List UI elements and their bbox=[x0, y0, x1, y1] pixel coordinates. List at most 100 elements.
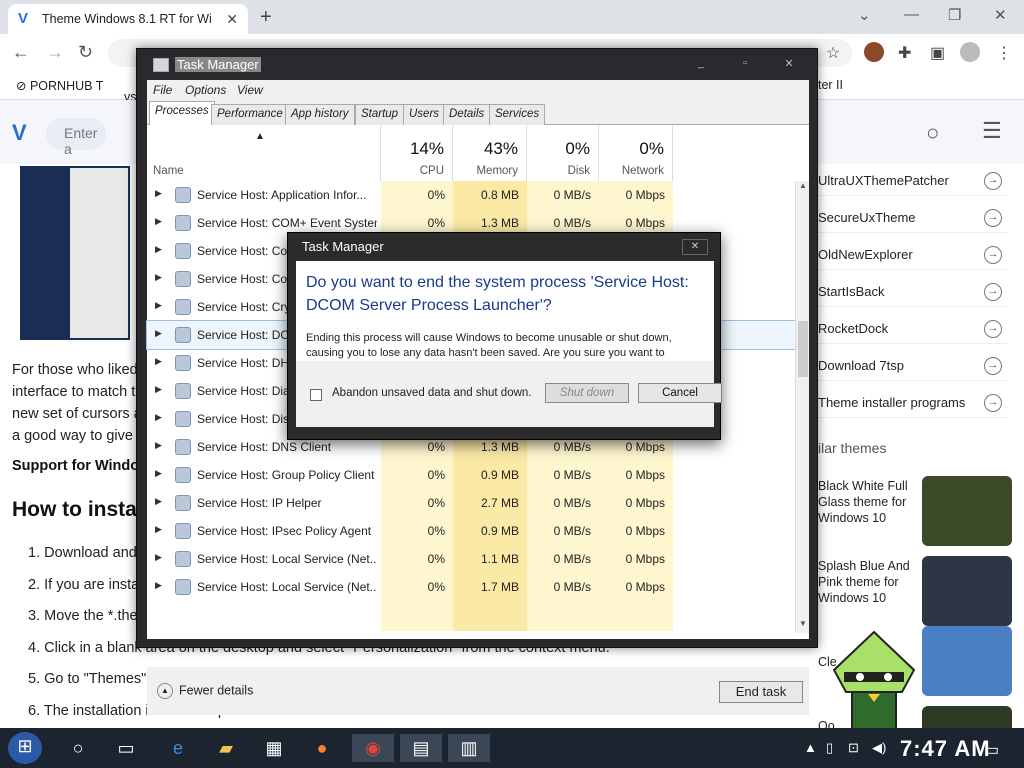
volume-icon[interactable]: ◀) bbox=[872, 740, 886, 756]
process-row[interactable]: ▶ Service Host: Group Policy Client 0% 0.9 … bbox=[147, 461, 797, 489]
abandon-data-checkbox[interactable] bbox=[310, 389, 322, 401]
kebab-menu-icon[interactable]: ⋮ bbox=[996, 43, 1012, 63]
tab-services[interactable]: Services bbox=[489, 104, 546, 125]
close-tab-icon[interactable]: ✕ bbox=[226, 11, 238, 28]
abandon-data-label[interactable]: Abandon unsaved data and shut down. bbox=[332, 387, 532, 399]
sidebar-link[interactable]: OldNewExplorer → bbox=[818, 240, 1008, 270]
sidebar-link[interactable]: Download 7tsp → bbox=[818, 351, 1008, 381]
minimize-icon[interactable]: — bbox=[904, 6, 919, 23]
new-tab-icon[interactable]: + bbox=[260, 6, 272, 29]
hamburger-menu-icon[interactable]: ☰ bbox=[982, 118, 1002, 144]
process-row[interactable]: ▶ Service Host: Local Service (Net... 0% 1.… bbox=[147, 545, 797, 573]
similar-theme-card[interactable]: Splash Blue And Pink theme for Windows 1… bbox=[818, 556, 1013, 628]
close-icon[interactable]: ✕ bbox=[767, 57, 811, 75]
scroll-up-icon[interactable]: ▲ bbox=[796, 181, 810, 195]
site-search-input[interactable]: Enter a bbox=[46, 118, 106, 157]
extension-avatar-icon[interactable] bbox=[864, 42, 884, 62]
tab-performance[interactable]: Performance bbox=[211, 104, 289, 125]
expand-arrow-icon[interactable]: ▶ bbox=[155, 356, 162, 367]
fewer-details-button[interactable]: ▲ Fewer details bbox=[157, 683, 253, 699]
search-icon[interactable]: ○ bbox=[926, 120, 939, 146]
browser-tab[interactable]: V Theme Windows 8.1 RT for Wi ✕ bbox=[8, 4, 248, 34]
menu-view[interactable]: View bbox=[237, 83, 263, 97]
edge-icon[interactable]: e bbox=[160, 734, 196, 762]
expand-arrow-icon[interactable]: ▶ bbox=[155, 384, 162, 395]
network-column-header[interactable]: 0% Network bbox=[599, 125, 673, 181]
sidebar-link[interactable]: SecureUxTheme → bbox=[818, 203, 1008, 233]
tab-app-history[interactable]: App history bbox=[285, 104, 355, 125]
maximize-icon[interactable]: ▫ bbox=[723, 57, 767, 75]
cpu-column-header[interactable]: 14% CPU bbox=[381, 125, 453, 181]
expand-arrow-icon[interactable]: ▶ bbox=[155, 216, 162, 227]
sidebar-link[interactable]: Theme installer programs → bbox=[818, 388, 1008, 418]
expand-arrow-icon[interactable]: ▶ bbox=[155, 272, 162, 283]
expand-arrow-icon[interactable]: ▶ bbox=[155, 244, 162, 255]
name-column-header[interactable]: ▲ Name bbox=[147, 125, 381, 181]
back-icon[interactable]: ← bbox=[12, 42, 30, 63]
expand-arrow-icon[interactable]: ▶ bbox=[155, 440, 162, 451]
tab-users[interactable]: Users bbox=[403, 104, 446, 125]
process-row[interactable]: ▶ Service Host: IPsec Policy Agent 0% 0.9 M… bbox=[147, 517, 797, 545]
taskbar-clock[interactable]: 7:47 AM bbox=[900, 736, 991, 762]
cancel-button[interactable]: Cancel bbox=[638, 383, 722, 403]
expand-arrow-icon[interactable]: ▶ bbox=[155, 524, 162, 535]
app-window-icon[interactable]: ▤ bbox=[400, 734, 442, 762]
sidebar-link[interactable]: StartIsBack → bbox=[818, 277, 1008, 307]
sidebar-link[interactable]: UltraUXThemePatcher → bbox=[818, 166, 1008, 196]
bookmark-item[interactable]: ⊘ PORNHUB T bbox=[16, 78, 103, 93]
tab-startup[interactable]: Startup bbox=[355, 104, 405, 125]
process-network: 0 Mbps bbox=[625, 552, 665, 566]
expand-arrow-icon[interactable]: ▶ bbox=[155, 412, 162, 423]
tablet-icon[interactable]: ▯ bbox=[826, 740, 833, 756]
restore-icon[interactable]: ❐ bbox=[948, 6, 961, 24]
search-icon[interactable]: ○ bbox=[60, 734, 96, 762]
store-icon[interactable]: ▦ bbox=[256, 734, 292, 762]
extensions-puzzle-icon[interactable]: ✚ bbox=[898, 43, 911, 63]
tab-processes[interactable]: Processes bbox=[149, 101, 215, 126]
close-icon[interactable]: ✕ bbox=[682, 239, 708, 255]
task-view-icon[interactable]: ▭ bbox=[108, 734, 144, 762]
profile-icon[interactable] bbox=[960, 42, 980, 62]
menu-file[interactable]: File bbox=[153, 83, 172, 97]
close-window-icon[interactable]: ✕ bbox=[994, 6, 1007, 24]
expand-arrow-icon[interactable]: ▶ bbox=[155, 300, 162, 311]
file-explorer-icon[interactable]: ▰ bbox=[208, 734, 244, 762]
tab-details[interactable]: Details bbox=[443, 104, 491, 125]
memory-column-header[interactable]: 43% Memory bbox=[453, 125, 527, 181]
menu-options[interactable]: Options bbox=[185, 83, 226, 97]
network-icon[interactable]: ⊡ bbox=[848, 740, 859, 756]
similar-theme-card[interactable]: Black White Full Glass theme for Windows… bbox=[818, 476, 1013, 548]
process-row[interactable]: ▶ Service Host: IP Helper 0% 2.7 MB 0 MB/s 0 … bbox=[147, 489, 797, 517]
reload-icon[interactable]: ↻ bbox=[78, 42, 93, 63]
site-logo-icon[interactable]: V bbox=[12, 120, 27, 146]
end-task-button[interactable]: End task bbox=[719, 681, 803, 703]
scroll-down-icon[interactable]: ▼ bbox=[796, 619, 810, 633]
show-hidden-icons-icon[interactable]: ▲ bbox=[804, 740, 817, 755]
expand-arrow-icon[interactable]: ▶ bbox=[155, 496, 162, 507]
task-manager-titlebar[interactable]: Task Manager _ ▫ ✕ bbox=[137, 49, 817, 79]
expand-arrow-icon[interactable]: ▶ bbox=[155, 328, 162, 339]
bookmark-item[interactable]: ter II bbox=[818, 78, 843, 92]
task-manager-taskbar-icon[interactable]: ▥ bbox=[448, 734, 490, 762]
scrollbar-thumb[interactable] bbox=[798, 321, 808, 377]
expand-arrow-icon[interactable]: ▶ bbox=[155, 552, 162, 563]
bookmark-star-icon[interactable]: ☆ bbox=[826, 43, 840, 63]
action-center-icon[interactable]: ▭ bbox=[984, 740, 999, 760]
expand-arrow-icon[interactable]: ▶ bbox=[155, 468, 162, 479]
chevron-down-icon[interactable]: ⌄ bbox=[858, 6, 871, 24]
chrome-icon[interactable]: ◉ bbox=[352, 734, 394, 762]
sidebar-link[interactable]: RocketDock → bbox=[818, 314, 1008, 344]
shut-down-button[interactable]: Shut down bbox=[545, 383, 629, 403]
process-row[interactable]: ▶ Service Host: Local Service (Net... 0% 1.… bbox=[147, 573, 797, 601]
process-list-scrollbar[interactable]: ▲ ▼ bbox=[795, 181, 809, 633]
start-button-icon[interactable]: ⊞ bbox=[8, 732, 42, 764]
process-row[interactable]: ▶ Service Host: Application Infor... 0% 0.8… bbox=[147, 181, 797, 209]
disk-column-header[interactable]: 0% Disk bbox=[527, 125, 599, 181]
expand-arrow-icon[interactable]: ▶ bbox=[155, 580, 162, 591]
task-manager-app-icon bbox=[153, 58, 169, 72]
minimize-icon[interactable]: _ bbox=[679, 57, 723, 75]
side-panel-icon[interactable]: ▣ bbox=[930, 43, 945, 63]
expand-arrow-icon[interactable]: ▶ bbox=[155, 188, 162, 199]
forward-icon[interactable]: → bbox=[46, 42, 64, 63]
firefox-icon[interactable]: ● bbox=[304, 734, 340, 762]
